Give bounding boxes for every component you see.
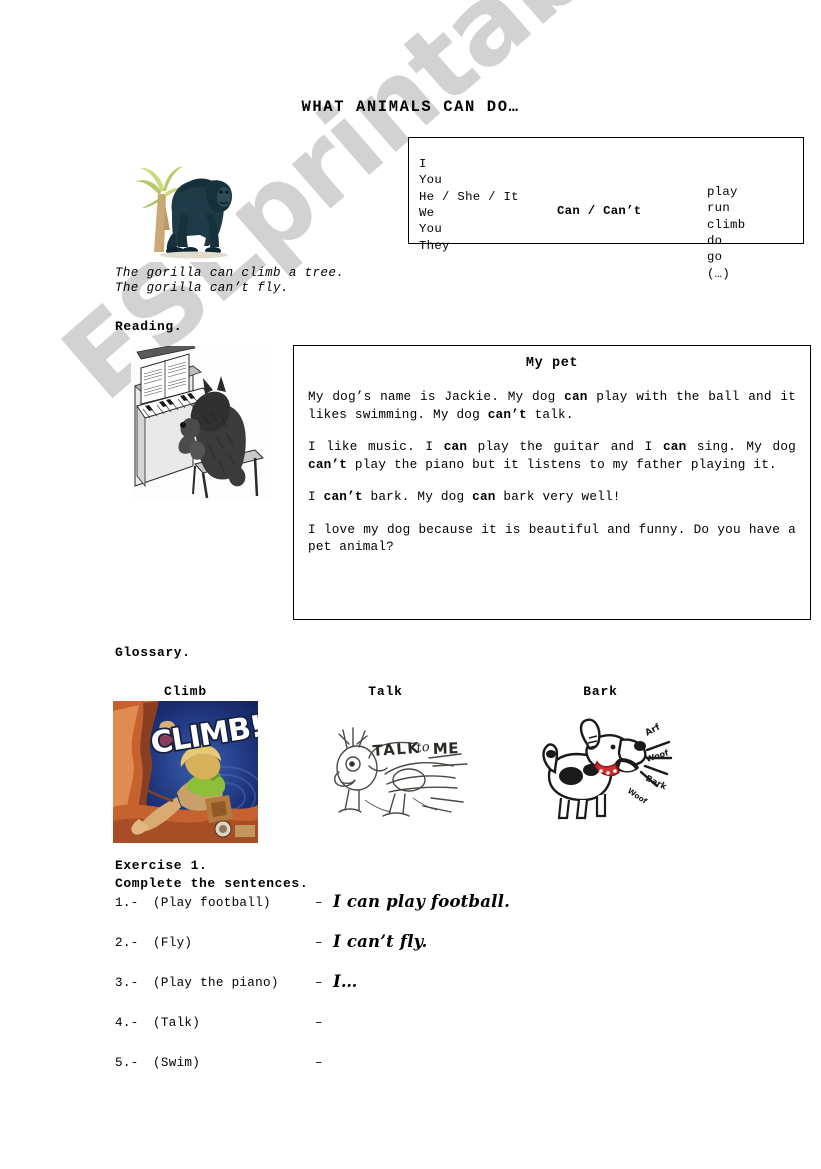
- exercise-title: Exercise 1.: [115, 858, 208, 873]
- gorilla-caption-line1: The gorilla can climb a tree.: [115, 266, 345, 280]
- table-row: You go: [409, 208, 803, 264]
- exercise-item-number: 2.-: [115, 936, 139, 950]
- exercise-item: 2.- (Fly) – I can’t fly.: [115, 932, 715, 958]
- table-row: I play: [409, 143, 803, 199]
- exercise-item-number: 3.-: [115, 976, 139, 990]
- reading-paragraph: I like music. I can play the guitar and …: [308, 438, 796, 473]
- exercise-item-dash: –: [315, 1056, 323, 1070]
- exercise-item-dash: –: [315, 896, 323, 910]
- talk-to-me-sketch-illustration: TALK to ME: [325, 714, 475, 826]
- passage-text: I: [308, 489, 324, 504]
- verb-cell: (…): [707, 266, 731, 281]
- passage-text: talk.: [526, 406, 574, 422]
- reading-paragraph: I love my dog because it is beautiful an…: [308, 521, 796, 556]
- passage-text: I like music. I: [308, 439, 444, 454]
- table-row: He / She / It Can / Can’t climb: [409, 176, 803, 232]
- exercise-item-prompt: (Play football): [153, 896, 271, 910]
- reading-paragraph: I can’t bark. My dog can bark very well!: [308, 488, 796, 506]
- modal-highlight: can: [564, 389, 588, 404]
- talk-sketch-caption: TALK: [372, 739, 421, 760]
- pronoun-cell: They: [419, 238, 450, 253]
- exercise-item-dash: –: [315, 976, 323, 990]
- modal-highlight: can: [662, 439, 687, 454]
- exercise-item-number: 4.-: [115, 1016, 139, 1030]
- exercise-item-number: 1.-: [115, 896, 139, 910]
- svg-text:ME: ME: [433, 739, 460, 758]
- passage-text: sing. My dog: [686, 439, 796, 454]
- exercise-item-prompt: (Play the piano): [153, 976, 279, 990]
- exercise-instruction: Complete the sentences.: [115, 876, 309, 891]
- dog-playing-piano-illustration: [131, 346, 279, 499]
- modal-highlight: can: [472, 489, 496, 504]
- table-row: We do: [409, 192, 803, 248]
- exercise-item-answer[interactable]: I can play football.: [333, 892, 510, 911]
- exercise-item-answer[interactable]: I can’t fly.: [333, 932, 428, 951]
- table-row: They (…): [409, 225, 803, 281]
- glossary-label-bark: Bark: [583, 684, 618, 699]
- verb-cell: go: [707, 250, 723, 265]
- grammar-table: I play You run He / She / It Can / Can’t…: [408, 137, 804, 281]
- passage-text: bark very well!: [495, 489, 621, 504]
- exercise-item-dash: –: [315, 1016, 323, 1030]
- worksheet-page: ESLprintables.com WHAT ANIMALS CAN DO… T…: [0, 0, 821, 1169]
- climb-comic-cover-illustration: CLIMB!: [113, 701, 258, 843]
- passage-text: My dog’s name is Jackie. My dog: [308, 389, 565, 404]
- exercise-item-prompt: (Talk): [153, 1016, 201, 1030]
- gorilla-illustration: [120, 134, 236, 262]
- glossary-section-heading: Glossary.: [115, 645, 191, 660]
- glossary-label-talk: Talk: [368, 684, 403, 699]
- exercise-item-prompt: (Fly): [153, 936, 193, 950]
- passage-text: play the guitar and I: [467, 439, 663, 454]
- exercise-item: 1.- (Play football) – I can play footbal…: [115, 892, 715, 918]
- passage-text: bark. My dog: [362, 489, 473, 504]
- modal-highlight: can’t: [323, 489, 363, 504]
- page-title: WHAT ANIMALS CAN DO…: [301, 98, 520, 116]
- gorilla-caption: The gorilla can climb a tree. The gorill…: [115, 266, 344, 296]
- reading-paragraph: My dog’s name is Jackie. My dog can play…: [308, 388, 796, 423]
- reading-passage-box: My pet My dog’s name is Jackie. My dog c…: [293, 345, 811, 620]
- exercise-item: 5.- (Swim) –: [115, 1056, 715, 1078]
- modal-highlight: can’t: [487, 406, 527, 422]
- gorilla-caption-line2: The gorilla can’t fly.: [115, 281, 289, 295]
- glossary-label-climb: Climb: [163, 684, 207, 699]
- exercise-item: 3.- (Play the piano) – I…: [115, 972, 715, 998]
- barking-dog-cartoon-illustration: Arf Woof Bark Woof: [535, 714, 675, 826]
- modal-highlight: can: [443, 439, 468, 454]
- exercise-item: 4.- (Talk) –: [115, 1016, 715, 1038]
- table-row: You run: [409, 159, 803, 215]
- reading-passage-title: My pet: [525, 356, 579, 371]
- reading-section-heading: Reading.: [115, 319, 183, 334]
- passage-text: play the piano but it listens to my fath…: [347, 456, 777, 472]
- svg-text:to: to: [416, 740, 431, 756]
- passage-text: I love my dog because it is beautiful an…: [308, 521, 796, 555]
- exercise-item-number: 5.-: [115, 1056, 139, 1070]
- modal-highlight: can’t: [308, 456, 348, 472]
- exercise-item-answer[interactable]: I…: [333, 972, 358, 991]
- exercise-item-dash: –: [315, 936, 323, 950]
- exercise-item-prompt: (Swim): [153, 1056, 201, 1070]
